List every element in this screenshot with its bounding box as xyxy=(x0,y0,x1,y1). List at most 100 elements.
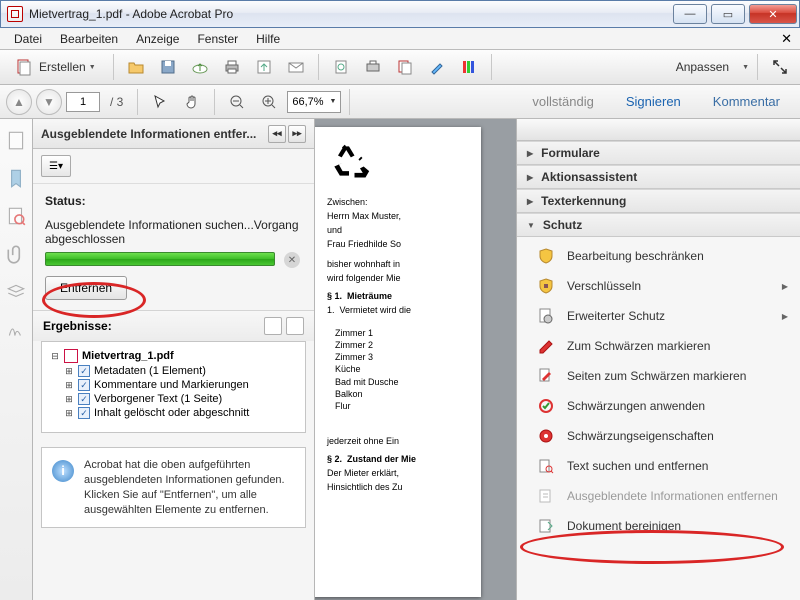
menu-fenster[interactable]: Fenster xyxy=(189,30,246,48)
signatures-icon[interactable] xyxy=(5,319,27,341)
menu-datei[interactable]: Datei xyxy=(6,30,50,48)
printer-icon xyxy=(223,58,241,76)
checkbox-icon[interactable]: ✓ xyxy=(78,365,90,377)
save-button[interactable] xyxy=(154,53,182,81)
panel-view-toggle[interactable]: ☰▾ xyxy=(41,155,71,177)
redact-pages-icon xyxy=(537,367,555,385)
tool-schwaerzungseigenschaften[interactable]: Schwärzungseigenschaften xyxy=(517,421,800,451)
tab-kommentar[interactable]: Kommentar xyxy=(699,90,794,113)
acc-texterkennung[interactable]: ▶Texterkennung xyxy=(517,189,800,213)
page-total: / 3 xyxy=(110,95,123,109)
panel-prev-button[interactable]: ◂◂ xyxy=(268,125,286,143)
share-button[interactable] xyxy=(250,53,278,81)
thumbnails-icon[interactable] xyxy=(5,129,27,151)
stack-icon xyxy=(396,58,414,76)
bookmarks-icon[interactable] xyxy=(5,167,27,189)
tool-schwaerzungen-anwenden[interactable]: Schwärzungen anwenden xyxy=(517,391,800,421)
fullscreen-button[interactable] xyxy=(766,53,794,81)
tab-signieren[interactable]: Signieren xyxy=(612,90,695,113)
pdf-file-icon xyxy=(64,349,78,363)
tool-ausgeblendete-entfernen: Ausgeblendete Informationen entfernen xyxy=(517,481,800,511)
recycle-icon xyxy=(327,139,371,183)
open-button[interactable] xyxy=(122,53,150,81)
tool-dokument-bereinigen[interactable]: Dokument bereinigen xyxy=(517,511,800,541)
remove-hidden-panel: Ausgeblendete Informationen entfer... ◂◂… xyxy=(33,119,315,600)
checkbox-icon[interactable]: ✓ xyxy=(78,393,90,405)
plus-icon xyxy=(260,93,278,111)
expand-all-button[interactable] xyxy=(264,317,282,335)
tool-verschluesseln[interactable]: Verschlüsseln▶ xyxy=(517,271,800,301)
print-pdf-icon xyxy=(364,58,382,76)
layers-icon[interactable] xyxy=(5,281,27,303)
tab-vollstaendig[interactable]: vollständig xyxy=(518,90,607,113)
close-button[interactable]: ✕ xyxy=(749,4,797,24)
cancel-button[interactable]: ✕ xyxy=(284,252,300,268)
menu-hilfe[interactable]: Hilfe xyxy=(248,30,288,48)
email-button[interactable] xyxy=(282,53,310,81)
collapse-all-button[interactable] xyxy=(286,317,304,335)
tool-zum-schwaerzen-markieren[interactable]: Zum Schwärzen markieren xyxy=(517,331,800,361)
main-toolbar: Erstellen▼ Anpassen▼ xyxy=(0,50,800,85)
acc-schutz[interactable]: ▼Schutz xyxy=(517,213,800,237)
scan-icon xyxy=(332,58,350,76)
print-button[interactable] xyxy=(218,53,246,81)
results-tree[interactable]: ⊟Mietvertrag_1.pdf ⊞✓Metadaten (1 Elemen… xyxy=(41,341,306,433)
cursor-icon xyxy=(151,93,169,111)
checkbox-icon[interactable]: ✓ xyxy=(78,407,90,419)
panel-next-button[interactable]: ▸▸ xyxy=(288,125,306,143)
folder-open-icon xyxy=(127,58,145,76)
tool-erweiterter-schutz[interactable]: Erweiterter Schutz▶ xyxy=(517,301,800,331)
maximize-button[interactable]: ▭ xyxy=(711,4,745,24)
results-heading: Ergebnisse: xyxy=(43,319,112,333)
anpassen-button[interactable]: Anpassen xyxy=(667,53,738,81)
tool-text-suchen-entfernen[interactable]: Text suchen und entfernen xyxy=(517,451,800,481)
hand-icon xyxy=(183,93,201,111)
next-page-button[interactable]: ▼ xyxy=(36,89,62,115)
hand-tool[interactable] xyxy=(178,88,206,116)
envelope-icon xyxy=(287,58,305,76)
acc-formulare[interactable]: ▶Formulare xyxy=(517,141,800,165)
tool-seiten-zum-schwaerzen[interactable]: Seiten zum Schwärzen markieren xyxy=(517,361,800,391)
minus-icon xyxy=(228,93,246,111)
shield-lock-icon xyxy=(537,277,555,295)
hidden-remove-icon xyxy=(537,487,555,505)
page-input[interactable] xyxy=(66,92,100,112)
search-remove-icon xyxy=(537,457,555,475)
entfernen-button[interactable]: Entfernen xyxy=(45,276,127,300)
signature-button[interactable] xyxy=(423,53,451,81)
scan-button[interactable] xyxy=(327,53,355,81)
zoom-out-button[interactable] xyxy=(223,88,251,116)
prev-page-button[interactable]: ▲ xyxy=(6,89,32,115)
save-icon xyxy=(159,58,177,76)
cloud-button[interactable] xyxy=(186,53,214,81)
redact-apply-icon xyxy=(537,397,555,415)
shield-icon xyxy=(537,247,555,265)
select-tool[interactable] xyxy=(146,88,174,116)
create-icon xyxy=(15,58,33,76)
window-titlebar: Mietvertrag_1.pdf - Adobe Acrobat Pro — … xyxy=(0,0,800,28)
zoom-select[interactable]: 66,7%▼ xyxy=(287,91,341,113)
zoom-in-button[interactable] xyxy=(255,88,283,116)
doc-close-button[interactable]: ✕ xyxy=(773,29,800,49)
nav-toolbar: ▲ ▼ / 3 66,7%▼ vollständig Signieren Kom… xyxy=(0,85,800,119)
color-bars-icon xyxy=(460,58,478,76)
menu-bearbeiten[interactable]: Bearbeiten xyxy=(52,30,126,48)
pen-icon xyxy=(428,58,446,76)
share-icon xyxy=(255,58,273,76)
print-to-pdf-button[interactable] xyxy=(359,53,387,81)
panel-title: Ausgeblendete Informationen entfer... xyxy=(41,127,256,141)
checkbox-icon[interactable]: ✓ xyxy=(78,379,90,391)
minimize-button[interactable]: — xyxy=(673,4,707,24)
menubar: Datei Bearbeiten Anzeige Fenster Hilfe ✕ xyxy=(0,28,800,50)
acc-aktionsassistent[interactable]: ▶Aktionsassistent xyxy=(517,165,800,189)
document-area[interactable]: Zwischen: Herrn Max Muster, und Frau Fri… xyxy=(315,119,516,600)
window-title: Mietvertrag_1.pdf - Adobe Acrobat Pro xyxy=(29,7,233,21)
erstellen-button[interactable]: Erstellen▼ xyxy=(6,53,105,81)
menu-anzeige[interactable]: Anzeige xyxy=(128,30,187,48)
status-heading: Status: xyxy=(45,194,302,208)
combine-button[interactable] xyxy=(391,53,419,81)
color-button[interactable] xyxy=(455,53,483,81)
search-hidden-icon[interactable] xyxy=(5,205,27,227)
tool-bearbeitung-beschraenken[interactable]: Bearbeitung beschränken xyxy=(517,241,800,271)
attachments-icon[interactable] xyxy=(5,243,27,265)
